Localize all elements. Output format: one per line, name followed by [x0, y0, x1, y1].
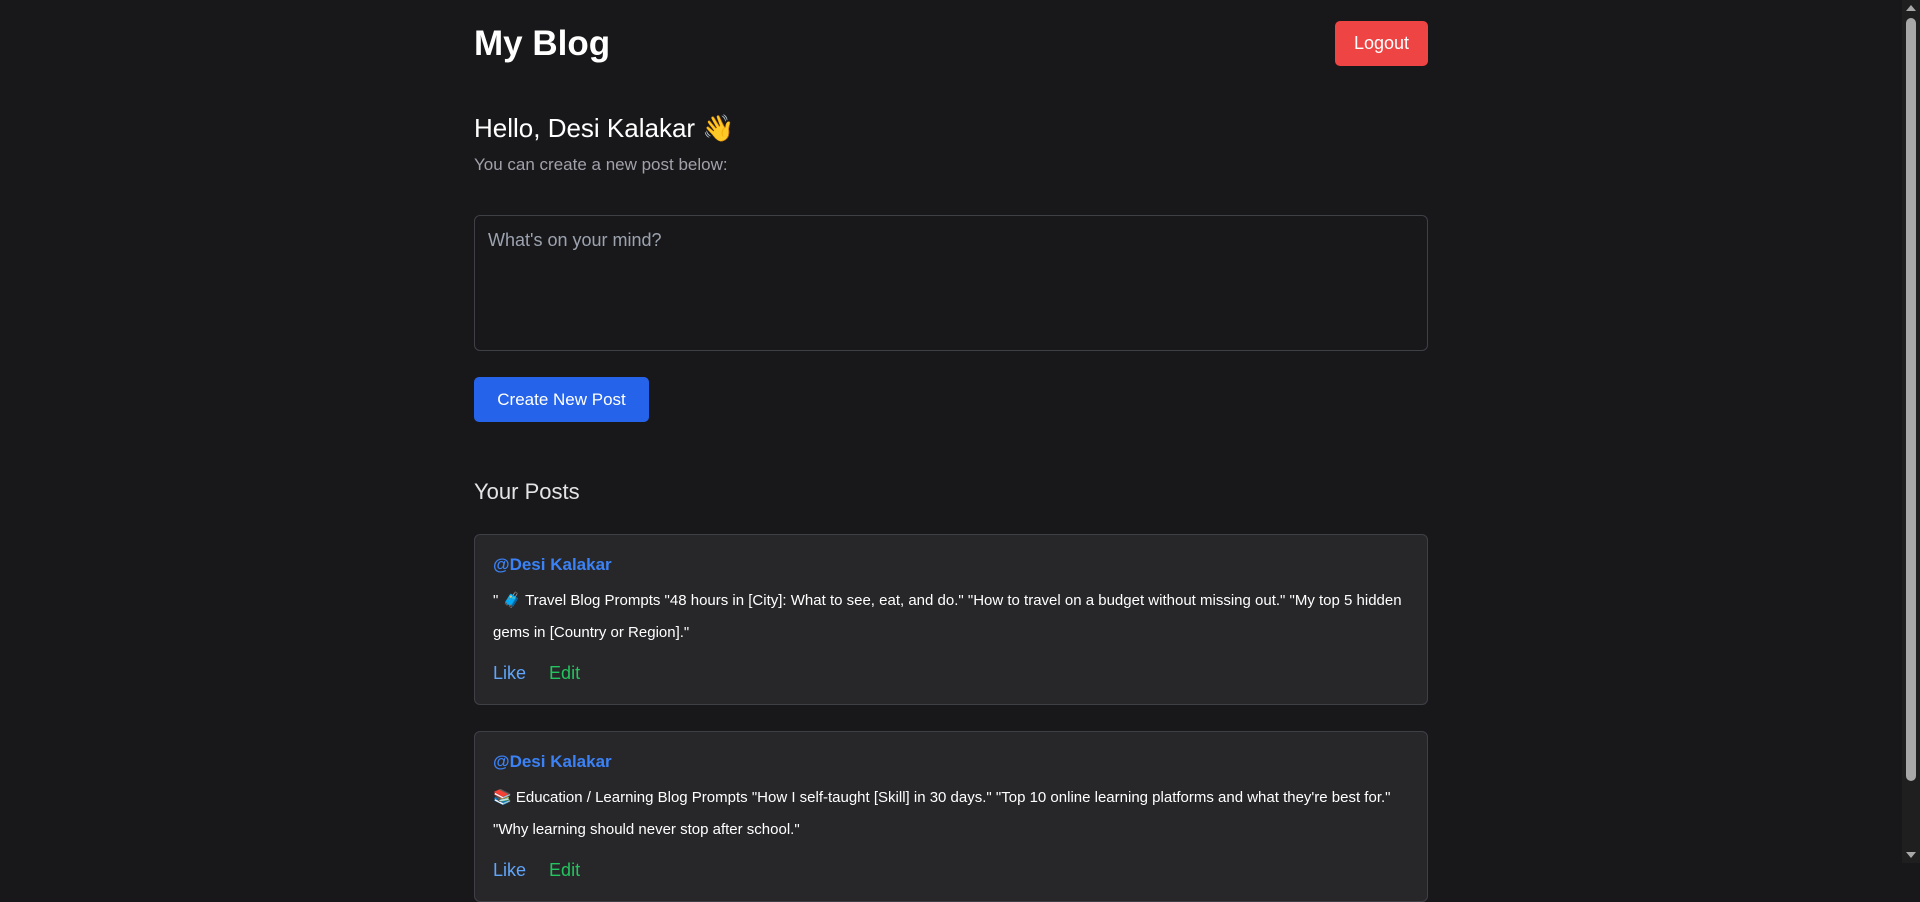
post-text: " 🧳 Travel Blog Prompts "48 hours in [Ci…	[493, 592, 1402, 641]
edit-button[interactable]: Edit	[549, 860, 580, 880]
logout-button[interactable]: Logout	[1335, 21, 1428, 66]
post-author[interactable]: @Desi Kalakar	[493, 752, 1409, 772]
header: My Blog Logout	[474, 21, 1428, 66]
like-button[interactable]: Like	[493, 663, 526, 683]
post-actions: Like Edit	[493, 663, 1409, 684]
scrollbar[interactable]	[1902, 0, 1920, 863]
edit-button[interactable]: Edit	[549, 663, 580, 683]
greeting-subtitle: You can create a new post below:	[474, 155, 728, 174]
scroll-up-arrow-icon[interactable]	[1906, 5, 1916, 11]
post-content-input[interactable]	[474, 215, 1428, 351]
scroll-down-arrow-icon[interactable]	[1906, 852, 1916, 858]
your-posts-heading: Your Posts	[474, 479, 580, 504]
post-actions: Like Edit	[493, 860, 1409, 881]
create-post-button[interactable]: Create New Post	[474, 377, 649, 422]
like-button[interactable]: Like	[493, 860, 526, 880]
post-author[interactable]: @Desi Kalakar	[493, 555, 1409, 575]
scrollbar-thumb[interactable]	[1906, 18, 1916, 781]
page-title: My Blog	[474, 24, 611, 63]
greeting-heading: Hello, Desi Kalakar 👋	[474, 113, 735, 143]
post-card: @Desi Kalakar 📚 Education / Learning Blo…	[474, 731, 1428, 902]
post-text: 📚 Education / Learning Blog Prompts "How…	[493, 789, 1391, 838]
post-card: @Desi Kalakar " 🧳 Travel Blog Prompts "4…	[474, 534, 1428, 705]
